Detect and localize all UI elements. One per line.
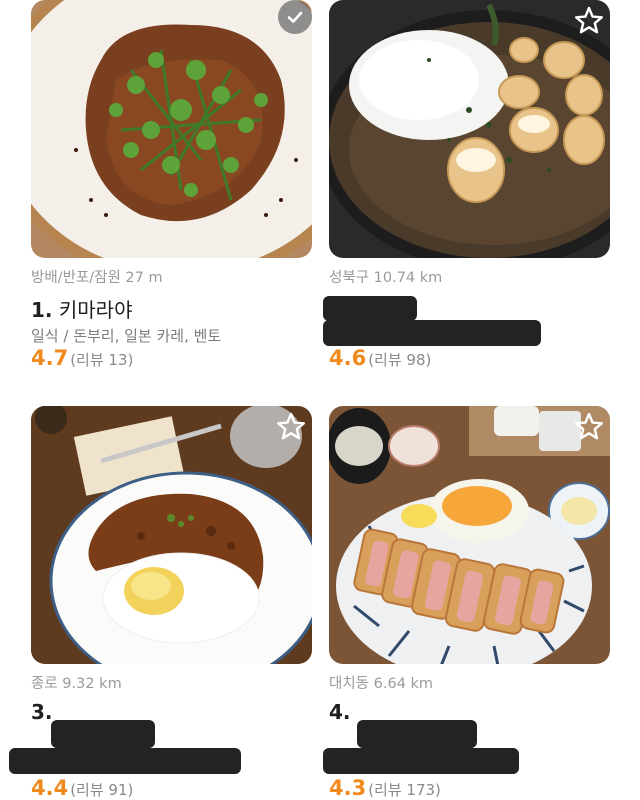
redaction-mark-categories [9, 748, 241, 774]
redaction-mark-name [357, 720, 477, 748]
review-count: (리뷰 173) [368, 781, 441, 799]
rating-score: 4.7 [31, 346, 69, 370]
rank-number: 3. [31, 700, 53, 724]
redaction-mark-name [323, 296, 417, 321]
restaurant-categories: 일식 / 돈부리, 일본 카레, 벤토 [31, 327, 222, 345]
location-distance: 방배/반포/잠원 27 m [31, 270, 163, 286]
rating-row: 4.7 (리뷰 13) [31, 346, 133, 370]
restaurant-title[interactable]: 3. [31, 700, 53, 724]
star-outline-icon[interactable] [572, 410, 606, 444]
rating-score: 4.4 [31, 776, 69, 800]
rating-score: 4.3 [329, 776, 367, 800]
review-count: (리뷰 98) [368, 351, 432, 369]
location-distance: 종로 9.32 km [31, 676, 122, 692]
food-photo-tonkatsu[interactable] [329, 406, 610, 664]
star-outline-icon[interactable] [572, 4, 606, 38]
redaction-mark-name [51, 720, 155, 748]
location-distance: 성북구 10.74 km [329, 270, 443, 286]
food-photo-curry-plate[interactable] [31, 406, 312, 664]
rating-row: 4.3 (리뷰 173) [329, 776, 441, 800]
restaurant-title[interactable]: 1. 키마라야 [31, 294, 132, 323]
rank-number: 4. [329, 700, 351, 724]
review-count: (리뷰 91) [70, 781, 134, 799]
location-distance: 대치동 6.64 km [329, 676, 434, 692]
redaction-mark-categories [323, 748, 519, 774]
restaurant-title[interactable]: 4. [329, 700, 351, 724]
review-count: (리뷰 13) [70, 351, 134, 369]
food-photo-keema-curry[interactable] [31, 0, 312, 258]
check-circle-icon[interactable] [278, 0, 312, 34]
redaction-mark-categories [323, 320, 541, 346]
rank-number: 1. [31, 298, 53, 322]
restaurant-name: 키마라야 [58, 298, 133, 322]
rating-score: 4.6 [329, 346, 367, 370]
star-outline-icon[interactable] [274, 410, 308, 444]
food-photo-curry-rice[interactable] [329, 0, 610, 258]
rating-row: 4.6 (리뷰 98) [329, 346, 431, 370]
rating-row: 4.4 (리뷰 91) [31, 776, 133, 800]
